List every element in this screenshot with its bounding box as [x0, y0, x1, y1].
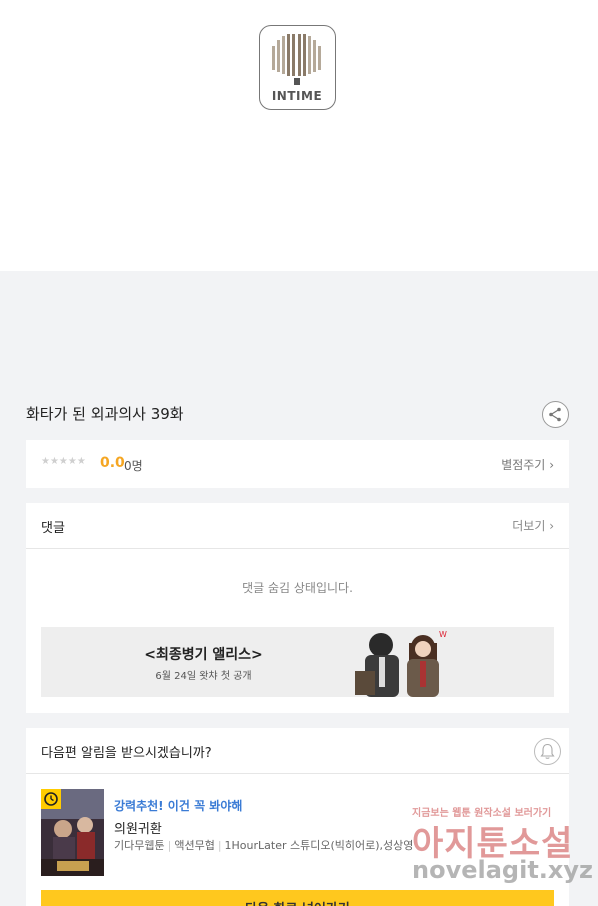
comic-meta: 기다무웹툰 | 액션무협 | 1HourLater 스튜디오(빅히어로),성상영: [114, 839, 414, 852]
banner-art-logo: W: [439, 630, 447, 639]
banner-subtitle: 6월 24일 왓챠 첫 공개: [155, 671, 252, 682]
star-rating-icons[interactable]: ★★★★★: [41, 456, 86, 467]
more-label: 더보기: [512, 519, 546, 533]
comment-more-button[interactable]: 더보기 ›: [512, 517, 554, 534]
next-episode-label: 다음 화로 넘어가기: [41, 898, 554, 906]
comic-name[interactable]: 의원귀환: [114, 818, 162, 837]
alert-bell-button[interactable]: [534, 738, 561, 765]
clock-icon: [44, 792, 58, 806]
banner-title: <최종병기 앨리스>: [144, 647, 263, 663]
recommend-label: 강력추천! 이건 꼭 봐야해: [114, 799, 243, 813]
next-episode-button[interactable]: 다음 화로 넘어가기: [41, 890, 554, 906]
share-icon: [549, 407, 561, 422]
top-ad-area: INTIME: [0, 0, 598, 271]
share-button[interactable]: [542, 401, 569, 428]
chevron-right-icon: ›: [549, 519, 554, 533]
logo-text: INTIME: [271, 89, 323, 103]
rating-card: ★★★★★ 0.0 0명 별점주기 ›: [26, 440, 569, 488]
comic-meta-badge: 기다무웹툰: [114, 839, 165, 852]
episode-title: 화타가 된 외과의사 39화: [26, 405, 184, 423]
comment-hidden-message: 댓글 숨김 상태입니다.: [242, 581, 353, 595]
comic-meta-genre: 액션무협: [174, 839, 215, 852]
comment-card: 댓글 더보기 › 댓글 숨김 상태입니다. <최종병기 앨리스> 6월 24일 …: [26, 503, 569, 713]
comment-header: 댓글 더보기 ›: [26, 503, 569, 549]
banner-characters-image: W: [355, 630, 447, 697]
next-alert-question: 다음편 알림을 받으시겠습니까?: [41, 746, 212, 761]
rate-button[interactable]: 별점주기 ›: [501, 456, 554, 473]
comic-meta-author: 1HourLater 스튜디오(빅히어로),성상영: [224, 839, 414, 852]
rating-score: 0.0: [100, 455, 125, 471]
comment-title: 댓글: [41, 521, 65, 536]
intime-logo: INTIME: [259, 25, 336, 110]
chevron-right-icon: ›: [549, 458, 554, 472]
rating-count: 0명: [124, 459, 143, 473]
promo-banner[interactable]: <최종병기 앨리스> 6월 24일 왓챠 첫 공개 W: [41, 627, 554, 697]
next-episode-card: 다음편 알림을 받으시겠습니까? 강력추천! 이건 꼭 봐야해 의원귀환 기다무…: [26, 728, 569, 906]
comic-thumbnail[interactable]: [41, 789, 104, 876]
rate-label: 별점주기: [501, 458, 546, 472]
clock-badge: [41, 789, 61, 809]
next-header: 다음편 알림을 받으시겠습니까?: [26, 728, 569, 774]
bell-icon: [540, 743, 555, 759]
